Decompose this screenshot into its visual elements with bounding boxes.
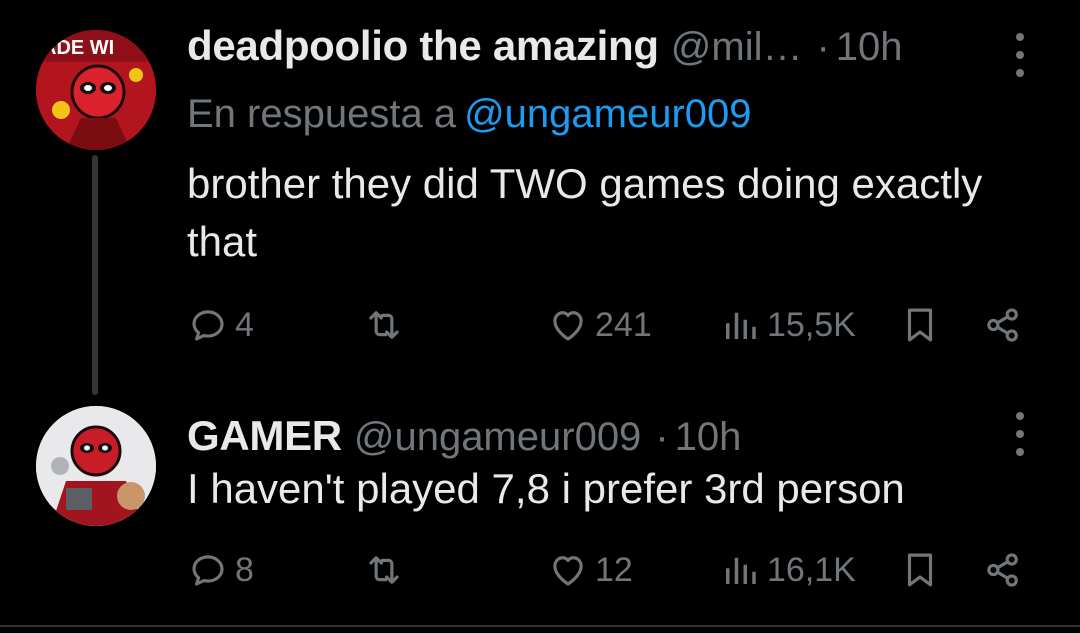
share-button[interactable]	[982, 545, 1024, 595]
display-name[interactable]: GAMER	[187, 412, 342, 460]
avatar-deadpool-icon: ADE WI	[36, 30, 156, 150]
retweet-button[interactable]	[362, 300, 412, 350]
bookmark-button[interactable]	[899, 545, 941, 595]
timestamp[interactable]: 10h	[675, 415, 742, 460]
bookmark-icon	[907, 553, 933, 587]
share-button[interactable]	[982, 300, 1024, 350]
avatar[interactable]	[36, 406, 156, 526]
thread-line	[92, 155, 98, 395]
more-options-icon[interactable]	[1010, 412, 1030, 456]
share-icon	[987, 308, 1018, 342]
reply-icon	[192, 555, 224, 586]
like-button[interactable]: 241	[547, 300, 652, 350]
views-button[interactable]: 16,1K	[719, 545, 856, 595]
reply-button[interactable]: 8	[187, 545, 254, 595]
separator-dot: ·	[655, 415, 669, 459]
reply-prefix: En respuesta a	[187, 92, 457, 136]
share-icon	[987, 553, 1018, 587]
tweet-actions: 8 12 16,1K	[187, 545, 1037, 595]
tweet-header: deadpoolio the amazing @mil… · 10h	[187, 22, 1020, 78]
separator-dot: ·	[816, 25, 830, 69]
reply-button[interactable]: 4	[187, 300, 254, 350]
tweet-text: I haven't played 7,8 i prefer 3rd person	[187, 465, 905, 512]
retweet-icon	[369, 556, 399, 584]
avatar[interactable]: ADE WI	[36, 30, 156, 150]
tweet-text: brother they did TWO games doing exactly…	[187, 160, 983, 265]
heart-icon	[553, 556, 583, 586]
like-count: 12	[595, 550, 633, 589]
retweet-button[interactable]	[362, 545, 412, 595]
reply-icon	[192, 310, 224, 341]
user-handle[interactable]: @mil…	[671, 25, 803, 70]
reply-count: 8	[235, 550, 254, 589]
avatar-text: ADE WI	[42, 37, 114, 59]
user-handle[interactable]: @ungameur009	[354, 415, 641, 460]
views-bar-chart-icon	[726, 312, 756, 339]
reply-count: 4	[235, 305, 254, 344]
views-bar-chart-icon	[726, 557, 756, 584]
retweet-icon	[369, 311, 399, 339]
divider	[0, 625, 1080, 627]
heart-icon	[553, 311, 583, 341]
like-button[interactable]: 12	[547, 545, 633, 595]
tweet[interactable]: GAMER @ungameur009 · 10h I haven't playe…	[0, 390, 1080, 625]
reply-context: En respuesta a @ungameur009	[187, 92, 752, 137]
timestamp[interactable]: 10h	[836, 25, 903, 70]
avatar-deadpool-icon	[36, 406, 156, 526]
bookmark-button[interactable]	[899, 300, 941, 350]
bookmark-icon	[907, 308, 933, 342]
views-button[interactable]: 15,5K	[719, 300, 856, 350]
tweet-actions: 4 241 15,5K	[187, 300, 1037, 350]
tweet[interactable]: ADE WI deadpoolio the amazing @mil… · 10…	[0, 0, 1080, 395]
more-options-icon[interactable]	[1010, 33, 1030, 77]
like-count: 241	[595, 305, 652, 344]
view-count: 15,5K	[767, 305, 856, 344]
view-count: 16,1K	[767, 550, 856, 589]
reply-handle-link[interactable]: @ungameur009	[464, 92, 751, 136]
display-name[interactable]: deadpoolio the amazing	[187, 22, 659, 70]
